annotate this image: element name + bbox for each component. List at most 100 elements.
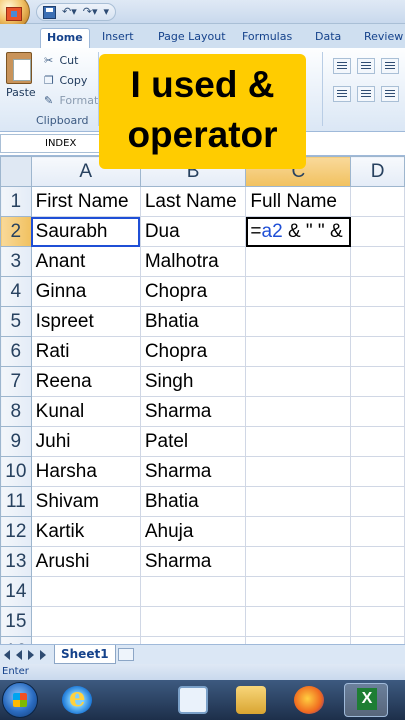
- column-header-d[interactable]: D: [350, 156, 405, 187]
- align-right-button[interactable]: [381, 86, 399, 102]
- first-sheet-icon[interactable]: [4, 650, 10, 660]
- cell-c4[interactable]: [245, 276, 352, 307]
- cell-d6[interactable]: [350, 336, 405, 367]
- tab-review[interactable]: Review: [358, 28, 405, 48]
- cell-a13[interactable]: Arushi: [30, 546, 141, 577]
- cell-d15[interactable]: [350, 606, 405, 637]
- prev-sheet-icon[interactable]: [16, 650, 22, 660]
- cell-d10[interactable]: [350, 456, 405, 487]
- cell-c7[interactable]: [245, 366, 352, 397]
- cell-a5[interactable]: Ispreet: [30, 306, 141, 337]
- cell-c2[interactable]: =a2 & " " &: [245, 216, 352, 247]
- cell-b9[interactable]: Patel: [139, 426, 247, 457]
- cell-a12[interactable]: Kartik: [30, 516, 141, 547]
- tab-home[interactable]: Home: [40, 28, 90, 48]
- align-center-button[interactable]: [357, 86, 375, 102]
- cell-a15[interactable]: [30, 606, 141, 637]
- tab-insert[interactable]: Insert: [96, 28, 140, 48]
- row-header[interactable]: 4: [0, 276, 32, 307]
- row-header[interactable]: 8: [0, 396, 32, 427]
- cell-c5[interactable]: [245, 306, 352, 337]
- row-header[interactable]: 9: [0, 426, 32, 457]
- cell-b8[interactable]: Sharma: [139, 396, 247, 427]
- cell-a3[interactable]: Anant: [30, 246, 141, 277]
- save-icon[interactable]: [43, 5, 56, 19]
- select-all-corner[interactable]: [0, 156, 32, 187]
- cell-c10[interactable]: [245, 456, 352, 487]
- cell-a14[interactable]: [30, 576, 141, 607]
- tab-formulas[interactable]: Formulas: [236, 28, 298, 48]
- cell-d3[interactable]: [350, 246, 405, 277]
- cell-b5[interactable]: Bhatia: [139, 306, 247, 337]
- paste-icon[interactable]: [6, 52, 32, 84]
- cell-b14[interactable]: [139, 576, 247, 607]
- row-header[interactable]: 6: [0, 336, 32, 367]
- internet-explorer-icon[interactable]: [62, 683, 92, 714]
- cell-c9[interactable]: [245, 426, 352, 457]
- align-bottom-button[interactable]: [381, 58, 399, 74]
- row-header[interactable]: 13: [0, 546, 32, 577]
- row-header[interactable]: 10: [0, 456, 32, 487]
- row-header[interactable]: 2: [0, 216, 32, 247]
- cell-c12[interactable]: [245, 516, 352, 547]
- cell-b12[interactable]: Ahuja: [139, 516, 247, 547]
- cell-b2[interactable]: Dua: [139, 216, 247, 247]
- row-header[interactable]: 16: [0, 636, 32, 644]
- cell-d12[interactable]: [350, 516, 405, 547]
- cell-a2[interactable]: Saurabh: [30, 216, 141, 247]
- cell-a7[interactable]: Reena: [30, 366, 141, 397]
- cell-b1[interactable]: Last Name: [139, 186, 247, 217]
- cell-c6[interactable]: [245, 336, 352, 367]
- row-header[interactable]: 5: [0, 306, 32, 337]
- cell-b11[interactable]: Bhatia: [139, 486, 247, 517]
- cell-c11[interactable]: [245, 486, 352, 517]
- undo-icon[interactable]: ↶▾: [62, 4, 77, 20]
- cell-a1[interactable]: First Name: [30, 186, 141, 217]
- cell-d7[interactable]: [350, 366, 405, 397]
- cell-b3[interactable]: Malhotra: [139, 246, 247, 277]
- cell-a8[interactable]: Kunal: [30, 396, 141, 427]
- cell-c14[interactable]: [245, 576, 352, 607]
- row-header[interactable]: 14: [0, 576, 32, 607]
- tab-page-layout[interactable]: Page Layout: [152, 28, 232, 48]
- cell-d16[interactable]: [350, 636, 405, 644]
- cell-c1[interactable]: Full Name: [245, 186, 352, 217]
- cell-d5[interactable]: [350, 306, 405, 337]
- align-middle-button[interactable]: [357, 58, 375, 74]
- folder-icon[interactable]: [236, 686, 266, 714]
- copy-button[interactable]: ❐ Copy: [44, 74, 87, 87]
- firefox-icon[interactable]: [294, 686, 324, 714]
- cell-d13[interactable]: [350, 546, 405, 577]
- cell-d2[interactable]: [350, 216, 405, 247]
- cell-c3[interactable]: [245, 246, 352, 277]
- cell-d9[interactable]: [350, 426, 405, 457]
- row-header[interactable]: 7: [0, 366, 32, 397]
- cell-a9[interactable]: Juhi: [30, 426, 141, 457]
- cell-c16[interactable]: [245, 636, 352, 644]
- cell-c15[interactable]: [245, 606, 352, 637]
- excel-taskbar-icon[interactable]: [344, 683, 388, 717]
- last-sheet-icon[interactable]: [40, 650, 46, 660]
- cell-d4[interactable]: [350, 276, 405, 307]
- cell-c8[interactable]: [245, 396, 352, 427]
- cell-b7[interactable]: Singh: [139, 366, 247, 397]
- paste-button[interactable]: Paste: [6, 86, 36, 99]
- customize-qat-icon[interactable]: ▾: [104, 4, 110, 20]
- cell-d11[interactable]: [350, 486, 405, 517]
- cell-b6[interactable]: Chopra: [139, 336, 247, 367]
- row-header[interactable]: 1: [0, 186, 32, 217]
- cell-b4[interactable]: Chopra: [139, 276, 247, 307]
- next-sheet-icon[interactable]: [28, 650, 34, 660]
- align-left-button[interactable]: [333, 86, 351, 102]
- sheet-tab-sheet1[interactable]: Sheet1: [54, 645, 116, 664]
- cell-a6[interactable]: Rati: [30, 336, 141, 367]
- cell-b13[interactable]: Sharma: [139, 546, 247, 577]
- cell-d1[interactable]: [350, 186, 405, 217]
- row-header[interactable]: 15: [0, 606, 32, 637]
- cell-a4[interactable]: Ginna: [30, 276, 141, 307]
- cell-a11[interactable]: Shivam: [30, 486, 141, 517]
- cell-b16[interactable]: [139, 636, 247, 644]
- row-header[interactable]: 11: [0, 486, 32, 517]
- cell-d8[interactable]: [350, 396, 405, 427]
- insert-sheet-icon[interactable]: [118, 648, 134, 661]
